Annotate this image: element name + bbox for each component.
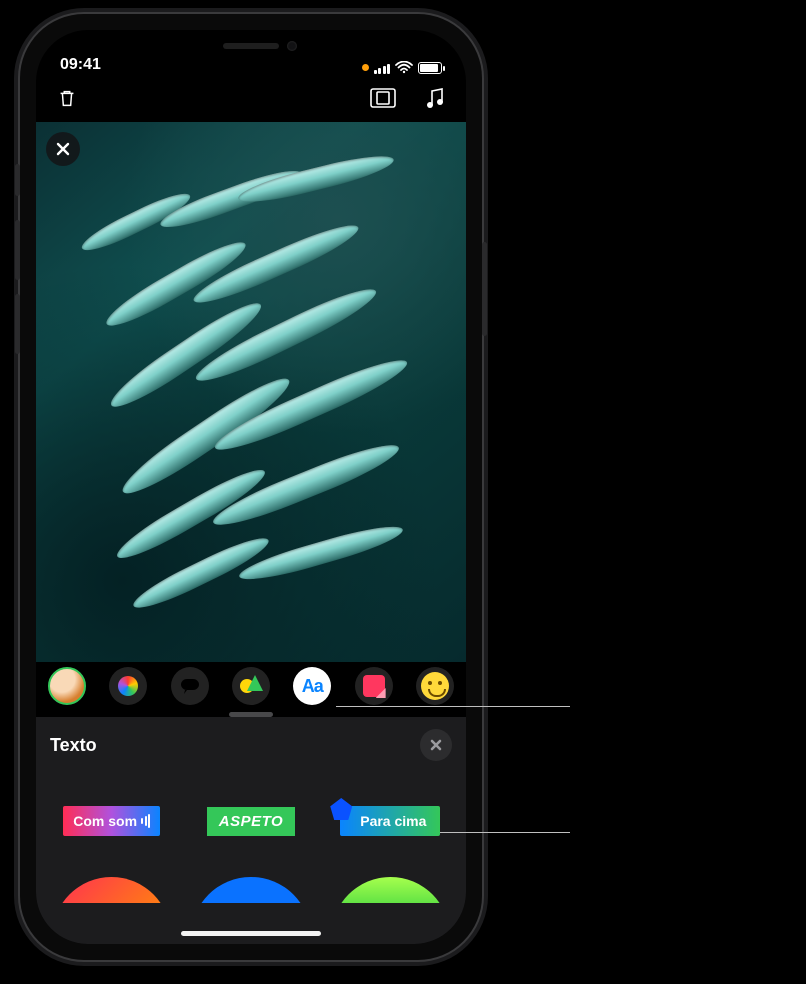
recording-indicator-icon [362,64,369,71]
trash-icon [56,87,78,109]
music-button[interactable] [420,83,450,113]
mute-switch[interactable] [15,164,20,196]
memoji-button[interactable] [48,667,86,705]
text-style-row: Com som ASPETO Para cima [50,763,452,859]
front-camera [287,41,297,51]
earpiece [223,43,279,49]
style-chip: ASPETO [207,807,295,836]
screen: 09:41 [36,30,466,944]
viewer-close-button[interactable] [46,132,80,166]
battery-icon [418,62,442,74]
text-style-com-som[interactable]: Com som [52,793,171,849]
sound-icon [141,814,150,828]
clip-viewer[interactable] [36,122,466,662]
text-aa-icon: Aa [302,676,323,697]
close-icon [56,142,70,156]
volume-down-button[interactable] [15,294,20,354]
stickers-button[interactable] [355,667,393,705]
sticker-icon [363,675,385,697]
panel-header: Texto [50,727,452,763]
text-panel: Texto Com som ASPETO [36,717,466,944]
callout-line [336,706,570,707]
status-right [362,61,443,74]
style-label: ASPETO [219,813,283,830]
wifi-icon [395,61,413,74]
effects-toolbar: Aa [36,662,466,710]
side-button[interactable] [482,242,487,336]
callout-line [440,832,570,833]
home-indicator[interactable] [181,931,321,936]
cellular-icon [374,62,391,74]
panel-title: Texto [50,735,97,756]
close-icon [430,739,442,751]
shapes-button[interactable] [232,667,270,705]
top-toolbar [36,76,466,122]
text-style-para-cima[interactable]: Para cima [331,793,450,849]
notch [153,30,349,62]
status-time: 09:41 [60,56,101,74]
volume-up-button[interactable] [15,220,20,280]
aspect-button[interactable] [368,83,398,113]
style-label: Para cima [360,813,426,829]
emoji-button[interactable] [416,667,454,705]
filters-button[interactable] [109,667,147,705]
text-style-option[interactable] [331,877,450,903]
speech-bubble-icon [179,677,201,695]
style-chip: Com som [63,806,160,836]
trash-button[interactable] [52,83,82,113]
text-button[interactable]: Aa [293,667,331,705]
panel-close-button[interactable] [420,729,452,761]
iphone-frame: 09:41 [20,14,482,960]
text-style-option[interactable] [191,877,310,903]
text-style-row-2 [50,859,452,903]
text-style-option[interactable] [52,877,171,903]
text-style-aspeto[interactable]: ASPETO [191,793,310,849]
text-effects-button[interactable] [171,667,209,705]
style-chip: Para cima [340,806,440,836]
music-note-icon [425,87,445,109]
aspect-icon [370,88,396,108]
style-label: Com som [73,813,137,829]
emoji-icon [421,672,449,700]
